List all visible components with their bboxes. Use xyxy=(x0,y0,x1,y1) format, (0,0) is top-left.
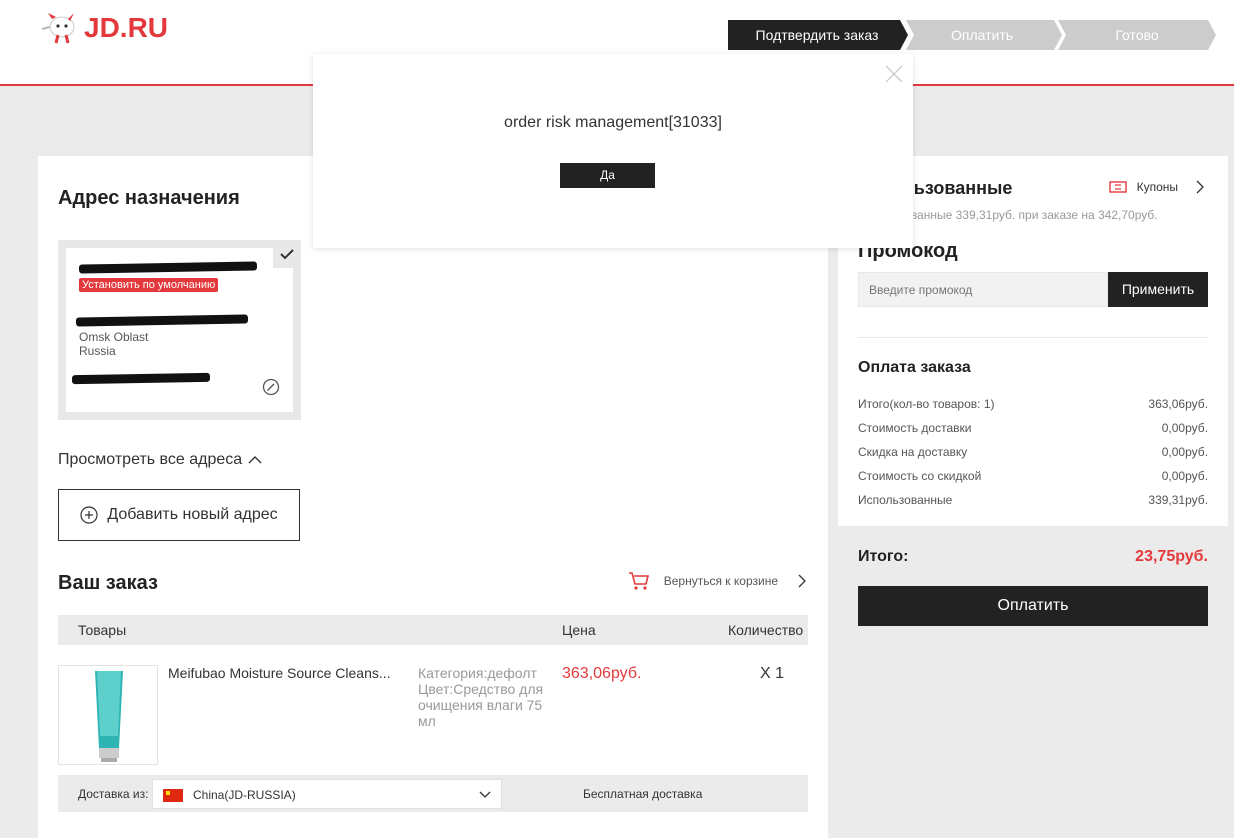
step-done: Готово xyxy=(1058,20,1216,50)
coupons-label: Купоны xyxy=(1136,180,1178,194)
address-card[interactable]: Установить по умолчанию Omsk Oblast Russ… xyxy=(58,240,301,420)
promo-code-input[interactable] xyxy=(858,272,1108,307)
jd-dog-logo-icon xyxy=(41,13,75,44)
pay-button[interactable]: Оплатить xyxy=(858,586,1208,626)
back-to-cart-label: Вернуться к корзине xyxy=(663,574,778,588)
shipping-row: Доставка из: China(JD-RUSSIA) Бесплатная… xyxy=(58,775,808,812)
total-box: Итого: 23,75руб. Оплатить xyxy=(838,526,1228,646)
logo[interactable]: JD.RU xyxy=(38,10,168,46)
chevron-right-icon xyxy=(798,574,806,588)
coupon-icon xyxy=(1108,181,1127,193)
col-qty: Количество xyxy=(728,622,804,638)
chevron-down-icon xyxy=(479,791,491,798)
summary-label: Итого(кол-во товаров: 1) xyxy=(858,397,995,411)
summary-label: Использованные xyxy=(858,493,953,507)
summary-row: Стоимость доставки 0,00руб. xyxy=(858,421,1208,435)
free-shipping-note: Бесплатная доставка xyxy=(583,787,703,801)
address-card-body: Установить по умолчанию Omsk Oblast Russ… xyxy=(66,248,293,412)
shipping-from-select[interactable]: China(JD-RUSSIA) xyxy=(152,779,502,809)
summary-row: Итого(кол-во товаров: 1) 363,06руб. xyxy=(858,397,1208,411)
product-tube-picture xyxy=(95,671,123,762)
product-image[interactable] xyxy=(58,665,158,765)
shipping-label: Доставка из: xyxy=(78,787,149,801)
total-label: Итого: xyxy=(858,548,909,565)
add-address-button[interactable]: Добавить новый адрес xyxy=(58,489,300,541)
cart-icon xyxy=(628,572,649,590)
checkout-steps: Подтвердить заказ Оплатить Готово xyxy=(728,20,1216,50)
summary-value: 363,06руб. xyxy=(1148,397,1208,411)
order-title: Ваш заказ xyxy=(58,572,158,594)
modal-ok-button[interactable]: Да xyxy=(560,163,655,188)
summary-value: 0,00руб. xyxy=(1161,421,1208,435)
order-table-header: Товары Цена Количество xyxy=(58,615,808,645)
summary-label: Стоимость со скидкой xyxy=(858,469,982,483)
summary-label: Скидка на доставку xyxy=(858,445,968,459)
chevron-up-icon xyxy=(248,456,262,464)
summary-row: Использованные 339,31руб. xyxy=(858,493,1208,507)
product-name[interactable]: Meifubao Moisture Source Cleans... xyxy=(168,665,398,681)
product-color: Цвет:Средство для очищения влаги 75 мл xyxy=(418,681,544,729)
view-all-label: Просмотреть все адреса xyxy=(58,451,243,468)
summary-value: 0,00руб. xyxy=(1161,445,1208,459)
summary-value: 0,00руб. xyxy=(1161,469,1208,483)
apply-promo-button[interactable]: Применить xyxy=(1108,272,1208,307)
logo-text: JD.RU xyxy=(84,12,169,43)
edit-icon[interactable] xyxy=(262,378,280,396)
product-category: Категория:дефолт xyxy=(418,665,537,681)
payment-title: Оплата заказа xyxy=(858,359,971,376)
view-all-addresses-link[interactable]: Просмотреть все адреса xyxy=(58,451,262,469)
step-label: Оплатить xyxy=(950,27,1014,43)
chevron-right-icon xyxy=(1196,180,1204,194)
address-title: Адрес назначения xyxy=(58,187,240,209)
summary-row: Скидка на доставку 0,00руб. xyxy=(858,445,1208,459)
shipping-from-value: China(JD-RUSSIA) xyxy=(193,788,296,802)
china-flag-icon xyxy=(163,789,183,802)
redacted-street xyxy=(75,314,249,327)
total-value: 23,75руб. xyxy=(1135,548,1208,565)
divider xyxy=(858,337,1208,338)
step-confirm-order: Подтвердить заказ xyxy=(728,20,908,50)
col-goods: Товары xyxy=(78,622,127,638)
col-price: Цена xyxy=(562,622,596,638)
product-qty: X 1 xyxy=(760,665,785,682)
coupons-link[interactable]: Купоны xyxy=(1108,180,1204,194)
default-badge[interactable]: Установить по умолчанию xyxy=(79,278,219,292)
redacted-name xyxy=(78,261,258,274)
step-pay: Оплатить xyxy=(906,20,1062,50)
address-region: Omsk Oblast xyxy=(79,330,149,344)
add-address-label: Добавить новый адрес xyxy=(107,506,278,523)
modal-message: order risk management[31033] xyxy=(504,114,722,131)
selected-check xyxy=(273,240,301,268)
step-label: Готово xyxy=(1115,27,1159,43)
redacted-phone xyxy=(71,372,211,385)
product-attributes: Категория:дефолт Цвет:Средство для очище… xyxy=(418,665,548,729)
product-price: 363,06руб. xyxy=(562,665,642,682)
check-icon xyxy=(280,249,294,260)
summary-value: 339,31руб. xyxy=(1148,493,1208,507)
back-to-cart-link[interactable]: Вернуться к корзине xyxy=(628,571,806,591)
plus-circle-icon xyxy=(80,506,98,524)
step-label: Подтвердить заказ xyxy=(755,27,879,43)
checkout-main-panel: Адрес назначения Установить по умолчанию… xyxy=(38,156,828,838)
address-country: Russia xyxy=(79,344,116,358)
summary-label: Стоимость доставки xyxy=(858,421,972,435)
close-icon[interactable] xyxy=(885,65,903,83)
summary-row: Стоимость со скидкой 0,00руб. xyxy=(858,469,1208,483)
alert-modal: order risk management[31033] Да xyxy=(313,54,913,248)
